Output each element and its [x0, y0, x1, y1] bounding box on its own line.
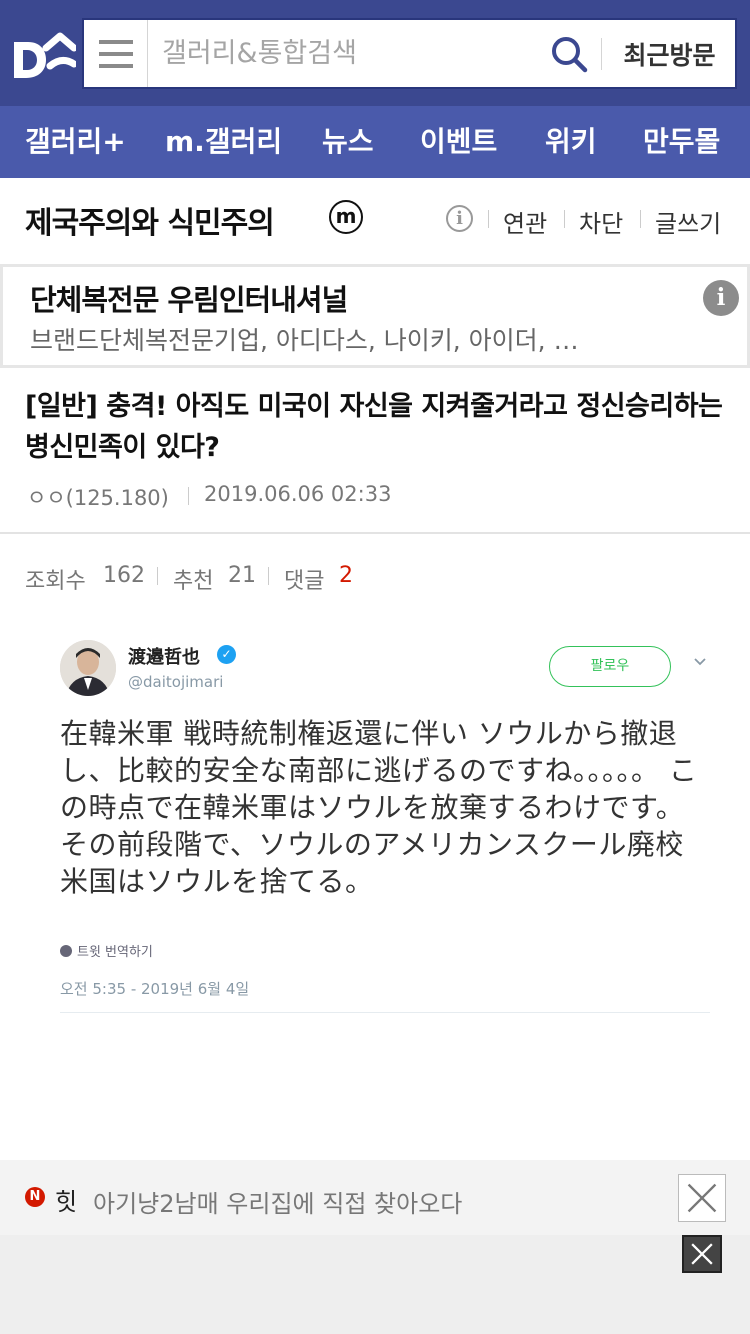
bottom-ad-area — [0, 1235, 750, 1334]
views-label: 조회수 — [25, 569, 86, 594]
search-icon[interactable] — [549, 34, 589, 74]
close-icon[interactable] — [678, 1174, 726, 1222]
avatar-image — [60, 640, 116, 696]
main-nav: 갤러리+ m.갤러리 뉴스 이벤트 위키 만두몰 — [0, 106, 750, 178]
globe-icon — [60, 945, 72, 957]
comments-count[interactable]: 2 — [339, 563, 353, 588]
post-title: [일반] 충격! 아직도 미국이 자신을 지켜줄거라고 정신승리하는 병신민족이… — [25, 391, 723, 463]
info-icon[interactable]: i — [446, 205, 473, 232]
hamburger-line — [98, 51, 133, 56]
divider — [640, 210, 641, 228]
tweet-handle[interactable]: @daitojimari — [128, 673, 223, 691]
divider — [157, 567, 158, 585]
recommend-label: 추천 — [173, 569, 214, 594]
close-icon[interactable] — [682, 1235, 722, 1273]
nav-news[interactable]: 뉴스 — [322, 106, 374, 178]
divider — [601, 38, 602, 70]
post-header: [일반] 충격! 아직도 미국이 자신을 지켜줄거라고 정신승리하는 병신민족이… — [0, 368, 750, 534]
nav-gallery-plus[interactable]: 갤러리+ — [25, 106, 126, 178]
tweet-author-name[interactable]: 渡邉哲也 — [128, 643, 200, 669]
translate-tweet-link[interactable]: 트윗 번역하기 — [60, 941, 153, 960]
ad-description[interactable]: 브랜드단체복전문기업, 아디다스, 나이키, 아이더, … — [30, 321, 579, 357]
search-bar: 최근방문 — [82, 18, 737, 89]
gallery-title-row: 제국주의와 식민주의 m i 연관 차단 글쓰기 — [0, 178, 750, 264]
nav-event[interactable]: 이벤트 — [420, 106, 497, 178]
views-count: 162 — [103, 563, 145, 588]
divider — [60, 1012, 710, 1013]
ad-title[interactable]: 단체복전문 우림인터내셔널 — [30, 277, 348, 319]
comments-label[interactable]: 댓글 — [284, 563, 324, 595]
recent-visits-button[interactable]: 최근방문 — [604, 20, 735, 87]
dc-logo[interactable] — [10, 26, 76, 82]
divider — [268, 567, 269, 585]
divider — [564, 210, 565, 228]
recommend-count: 21 — [228, 563, 256, 588]
hit-banner[interactable]: N 힛 아기냥2남매 우리집에 직접 찾아오다 — [0, 1160, 750, 1235]
related-link[interactable]: 연관 — [503, 204, 547, 239]
ad-info-icon[interactable]: i — [703, 280, 739, 316]
chevron-down-icon[interactable] — [693, 655, 707, 669]
nav-m-gallery[interactable]: m.갤러리 — [165, 106, 282, 178]
block-link[interactable]: 차단 — [579, 204, 623, 239]
post-date: 2019.06.06 02:33 — [204, 482, 392, 506]
search-input[interactable] — [162, 20, 542, 87]
hit-label: 힛 — [55, 1188, 78, 1216]
divider — [488, 210, 489, 228]
post-stats: 조회수 162 추천 21 댓글 2 — [0, 558, 750, 598]
follow-button[interactable]: 팔로우 — [549, 646, 671, 687]
hamburger-icon — [98, 39, 133, 44]
tweet-text: 在韓米軍 戦時統制権返還に伴い ソウルから撤退し、比較的安全な南部に逃げるのです… — [60, 717, 698, 898]
sponsored-ad[interactable]: 단체복전문 우림인터내셔널 브랜드단체복전문기업, 아디다스, 나이키, 아이더… — [0, 264, 750, 368]
n-logo-icon: N — [25, 1187, 45, 1207]
minor-gallery-badge: m — [329, 200, 363, 234]
write-link[interactable]: 글쓰기 — [655, 204, 721, 239]
hamburger-line — [98, 63, 133, 68]
embedded-tweet: 渡邉哲也 ✓ @daitojimari 팔로우 在韓米軍 戦時統制権返還に伴い … — [60, 635, 710, 1020]
top-header: 최근방문 — [0, 0, 750, 106]
nav-mall[interactable]: 만두몰 — [643, 106, 720, 178]
translate-label: 트윗 번역하기 — [77, 945, 153, 960]
gallery-title[interactable]: 제국주의와 식민주의 — [25, 198, 275, 242]
nav-wiki[interactable]: 위키 — [545, 106, 597, 178]
avatar[interactable] — [60, 640, 116, 696]
menu-button[interactable] — [84, 20, 148, 87]
divider — [188, 487, 189, 505]
tweet-timestamp[interactable]: 오전 5:35 - 2019년 6월 4일 — [60, 978, 249, 999]
hit-headline[interactable]: 아기냥2남매 우리집에 직접 찾아오다 — [93, 1184, 462, 1219]
post-author[interactable]: ㅇㅇ(125.180) — [27, 482, 169, 512]
verified-icon: ✓ — [217, 645, 236, 664]
